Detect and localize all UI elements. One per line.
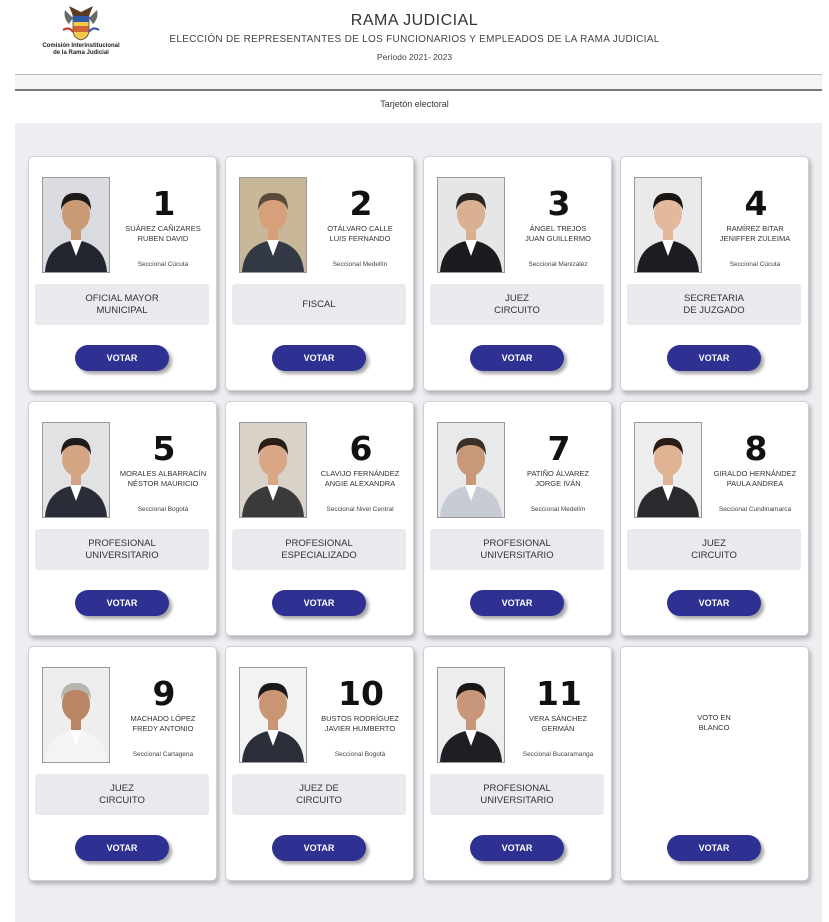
candidate-name: GIRALDO HERNÁNDEZ PAULA ANDREA bbox=[713, 469, 797, 488]
candidate-card: 4 RAMÍREZ BITAR JENIFFER ZULEIMA Seccional… bbox=[620, 156, 809, 391]
candidate-card: 11 VERA SÁNCHEZ GERMÁN Seccional Bucaraman… bbox=[423, 646, 612, 881]
candidate-card: 6 CLAVIJO FERNÁNDEZ ANGIE ALEXANDRA Seccio… bbox=[225, 401, 414, 636]
candidate-photo-icon bbox=[43, 178, 109, 272]
candidate-photo-icon bbox=[438, 178, 504, 272]
candidate-seccional: Seccional Cúcuta bbox=[729, 261, 781, 268]
candidate-name: PATIÑO ÁLVAREZ JORGE IVÁN bbox=[527, 469, 589, 488]
candidate-photo-icon bbox=[240, 668, 306, 762]
candidate-photo-icon bbox=[635, 423, 701, 517]
candidate-number: 8 bbox=[744, 429, 768, 468]
vote-button[interactable]: VOTAR bbox=[75, 835, 169, 861]
candidate-photo-icon bbox=[438, 668, 504, 762]
candidate-card: 5 MORALES ALBARRACÍN NÉSTOR MAURICIO Secci… bbox=[28, 401, 217, 636]
candidate-number: 6 bbox=[349, 429, 373, 468]
vote-button[interactable]: VOTAR bbox=[75, 345, 169, 371]
candidate-number: 11 bbox=[536, 674, 582, 713]
candidate-number: 5 bbox=[152, 429, 176, 468]
candidate-seccional: Seccional Bucaramanga bbox=[522, 751, 594, 758]
candidate-name: BUSTOS RODRÍGUEZ JAVIER HUMBERTO bbox=[321, 714, 399, 733]
candidate-name: MORALES ALBARRACÍN NÉSTOR MAURICIO bbox=[119, 469, 207, 488]
candidate-number: 4 bbox=[744, 184, 768, 223]
candidate-photo bbox=[437, 667, 505, 763]
candidate-position: FISCAL bbox=[232, 284, 406, 325]
candidate-photo-icon bbox=[438, 423, 504, 517]
candidate-name: RAMÍREZ BITAR JENIFFER ZULEIMA bbox=[719, 224, 791, 243]
ballot-title: Tarjetón electoral bbox=[380, 99, 449, 109]
candidate-seccional: Seccional Manizalez bbox=[528, 261, 588, 268]
candidate-photo bbox=[42, 667, 110, 763]
candidate-photo bbox=[437, 177, 505, 273]
candidate-position: JUEZ CIRCUITO bbox=[35, 774, 209, 815]
candidate-photo bbox=[437, 422, 505, 518]
candidate-position: PROFESIONAL UNIVERSITARIO bbox=[430, 774, 604, 815]
candidate-card: 3 ÁNGEL TREJOS JUAN GUILLERMO Seccional Ma… bbox=[423, 156, 612, 391]
candidate-photo-icon bbox=[240, 423, 306, 517]
candidate-card: 1 SUÁREZ CAÑIZARES RUBEN DAVID Seccional C… bbox=[28, 156, 217, 391]
vote-button[interactable]: VOTAR bbox=[667, 345, 761, 371]
candidate-card: 8 GIRALDO HERNÁNDEZ PAULA ANDREA Seccional… bbox=[620, 401, 809, 636]
divider bbox=[15, 89, 822, 91]
candidate-photo-icon bbox=[43, 668, 109, 762]
vote-button[interactable]: VOTAR bbox=[470, 835, 564, 861]
candidate-position: SECRETARIA DE JUZGADO bbox=[627, 284, 801, 325]
candidate-seccional: Seccional Cartagena bbox=[132, 751, 194, 758]
candidate-card: 10 BUSTOS RODRÍGUEZ JAVIER HUMBERTO Seccio… bbox=[225, 646, 414, 881]
vote-button[interactable]: VOTAR bbox=[667, 590, 761, 616]
candidate-seccional: Seccional Cúcuta bbox=[137, 261, 189, 268]
blank-vote-label: VOTO EN BLANCO bbox=[697, 713, 731, 732]
candidate-position: JUEZ DE CIRCUITO bbox=[232, 774, 406, 815]
candidate-name: ÁNGEL TREJOS JUAN GUILLERMO bbox=[525, 224, 591, 243]
candidate-photo-icon bbox=[43, 423, 109, 517]
candidate-card: 7 PATIÑO ÁLVAREZ JORGE IVÁN Seccional Mede… bbox=[423, 401, 612, 636]
candidate-seccional: Seccional Bogotá bbox=[137, 506, 189, 513]
candidate-number: 3 bbox=[547, 184, 571, 223]
candidate-number: 1 bbox=[152, 184, 176, 223]
vote-button[interactable]: VOTAR bbox=[470, 590, 564, 616]
candidate-photo-icon bbox=[635, 178, 701, 272]
page-title: RAMA JUDICIAL bbox=[350, 12, 479, 29]
vote-button[interactable]: VOTAR bbox=[272, 590, 366, 616]
candidate-photo bbox=[239, 422, 307, 518]
candidate-card: 9 MACHADO LÓPEZ FREDY ANTONIO Seccional Ca… bbox=[28, 646, 217, 881]
candidate-photo-icon bbox=[240, 178, 306, 272]
candidate-position: OFICIAL MAYOR MUNICIPAL bbox=[35, 284, 209, 325]
candidate-seccional: Seccional Medellín bbox=[332, 261, 388, 268]
vote-button[interactable]: VOTAR bbox=[272, 345, 366, 371]
candidate-position: JUEZ CIRCUITO bbox=[627, 529, 801, 570]
blank-vote-card: VOTO EN BLANCO VOTAR bbox=[620, 646, 809, 881]
candidate-number: 9 bbox=[152, 674, 176, 713]
candidate-position: PROFESIONAL UNIVERSITARIO bbox=[430, 529, 604, 570]
candidate-photo bbox=[42, 422, 110, 518]
candidate-photo bbox=[239, 177, 307, 273]
candidate-position: PROFESIONAL UNIVERSITARIO bbox=[35, 529, 209, 570]
candidate-position: PROFESIONAL ESPECIALIZADO bbox=[232, 529, 406, 570]
candidate-photo bbox=[634, 177, 702, 273]
header: Comisión Interinstitucional de la Rama J… bbox=[0, 0, 829, 74]
vote-button[interactable]: VOTAR bbox=[470, 345, 564, 371]
candidate-name: MACHADO LÓPEZ FREDY ANTONIO bbox=[130, 714, 196, 733]
candidate-number: 2 bbox=[349, 184, 373, 223]
candidate-seccional: Seccional Bogotá bbox=[334, 751, 386, 758]
ballot-panel: 1 SUÁREZ CAÑIZARES RUBEN DAVID Seccional C… bbox=[15, 123, 822, 922]
candidate-number: 7 bbox=[547, 429, 571, 468]
candidate-name: CLAVIJO FERNÁNDEZ ANGIE ALEXANDRA bbox=[320, 469, 400, 488]
vote-button[interactable]: VOTAR bbox=[75, 590, 169, 616]
candidate-seccional: Seccional Nivel Central bbox=[326, 506, 394, 513]
candidate-photo bbox=[239, 667, 307, 763]
candidate-position: JUEZ CIRCUITO bbox=[430, 284, 604, 325]
page-subtitle: ELECCIÓN DE REPRESENTANTES DE LOS FUNCIO… bbox=[169, 34, 660, 45]
candidate-seccional: Seccional Cundinamarca bbox=[718, 506, 792, 513]
candidate-photo bbox=[42, 177, 110, 273]
header-band bbox=[15, 75, 822, 89]
candidate-card: 2 OTÁLVARO CALLE LUIS FERNANDO Seccional M… bbox=[225, 156, 414, 391]
candidate-name: SUÁREZ CAÑIZARES RUBEN DAVID bbox=[125, 224, 201, 243]
candidate-photo bbox=[634, 422, 702, 518]
vote-button[interactable]: VOTAR bbox=[272, 835, 366, 861]
candidate-number: 10 bbox=[338, 674, 384, 713]
candidate-seccional: Seccional Medellín bbox=[530, 506, 586, 513]
candidate-name: OTÁLVARO CALLE LUIS FERNANDO bbox=[327, 224, 393, 243]
period-label: Período 2021- 2023 bbox=[376, 52, 453, 62]
candidate-name: VERA SÁNCHEZ GERMÁN bbox=[529, 714, 587, 733]
vote-button[interactable]: VOTAR bbox=[667, 835, 761, 861]
